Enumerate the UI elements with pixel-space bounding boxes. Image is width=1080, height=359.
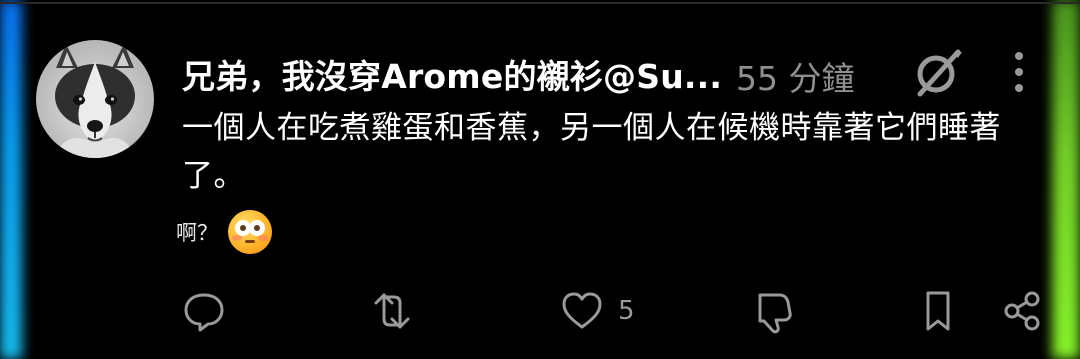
like-count: 5 bbox=[618, 296, 635, 326]
share-icon bbox=[1004, 291, 1040, 331]
flushed-face-emoji bbox=[228, 210, 272, 254]
more-vertical-icon[interactable] bbox=[1006, 44, 1032, 100]
reply-preview: 啊？ bbox=[176, 210, 272, 254]
post-header: 兄弟，我沒穿Arome的襯衫@Su... 55 分鐘 bbox=[182, 44, 1052, 100]
dislike-icon bbox=[758, 293, 792, 334]
action-bar: 5 bbox=[178, 285, 1058, 337]
like-icon bbox=[562, 292, 602, 329]
bookmark-button[interactable] bbox=[912, 285, 964, 337]
author-name[interactable]: 兄弟，我沒穿Arome的襯衫@Su... bbox=[182, 50, 722, 98]
post-card: 兄弟，我沒穿Arome的襯衫@Su... 55 分鐘 一個人在吃煮雞蛋和香蕉，另… bbox=[0, 0, 1080, 359]
repost-button[interactable] bbox=[366, 285, 418, 337]
reply-icon bbox=[184, 293, 224, 332]
avatar[interactable] bbox=[36, 40, 154, 158]
dislike-button[interactable] bbox=[746, 285, 798, 337]
reply-button[interactable] bbox=[178, 285, 230, 337]
like-button[interactable]: 5 bbox=[556, 285, 635, 337]
share-button[interactable] bbox=[996, 285, 1048, 337]
husky-dog-avatar-icon bbox=[54, 44, 136, 158]
post-body: 一個人在吃煮雞蛋和香蕉，另一個人在候機時靠著它們睡著了。 bbox=[182, 110, 1001, 194]
grok-icon[interactable] bbox=[910, 44, 966, 100]
repost-icon bbox=[374, 293, 410, 329]
reply-text: 啊？ bbox=[176, 221, 218, 245]
post-time[interactable]: 55 分鐘 bbox=[736, 52, 854, 100]
bookmark-icon bbox=[926, 291, 950, 331]
